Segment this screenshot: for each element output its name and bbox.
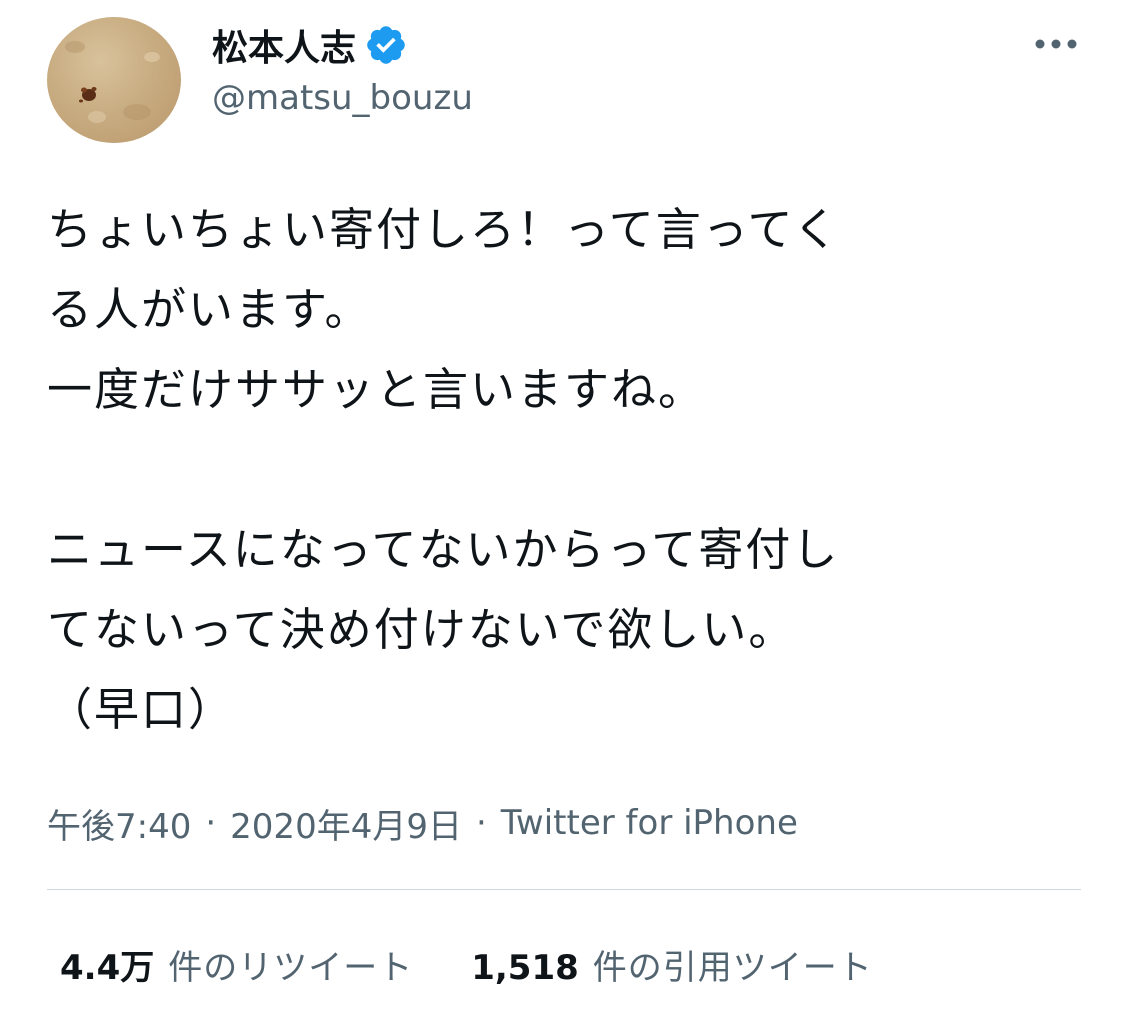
tweet-source[interactable]: Twitter for iPhone (501, 803, 798, 843)
tweet-time[interactable]: 午後7:40 (47, 799, 191, 848)
meta-separator: · (205, 803, 217, 843)
tweet-detail: 松本人志 @matsu_bouzu ちょいちょい寄付しろ！って言ってく る人がい… (0, 0, 1125, 1019)
tweet-stats: 4.4万 件のリツイート 1,518 件の引用ツイート (60, 938, 873, 990)
meta-separator: · (475, 803, 487, 843)
tweet-meta: 午後7:40 · 2020年4月9日 · Twitter for iPhone (47, 798, 798, 848)
tweet-date[interactable]: 2020年4月9日 (230, 799, 462, 848)
more-horizontal-icon (1035, 39, 1077, 49)
author-display-name[interactable]: 松本人志 (212, 19, 356, 71)
avatar[interactable] (47, 17, 181, 143)
retweets-label: 件のリツイート (168, 947, 414, 988)
avatar-image (65, 41, 160, 123)
quotes-count: 1,518 (471, 947, 579, 988)
retweets-stat[interactable]: 4.4万 件のリツイート (60, 940, 413, 989)
author-handle[interactable]: @matsu_bouzu (212, 78, 473, 118)
tweet-text: ちょいちょい寄付しろ！って言ってく る人がいます。 一度だけササッと言いますね。… (47, 203, 841, 736)
author-name-row[interactable]: 松本人志 (212, 20, 408, 70)
divider (47, 889, 1081, 890)
more-options-button[interactable] (1028, 28, 1084, 60)
verified-badge-icon (364, 23, 408, 67)
quotes-label: 件の引用ツイート (592, 947, 873, 988)
quotes-stat[interactable]: 1,518 件の引用ツイート (471, 940, 873, 989)
retweets-count: 4.4万 (60, 947, 155, 988)
